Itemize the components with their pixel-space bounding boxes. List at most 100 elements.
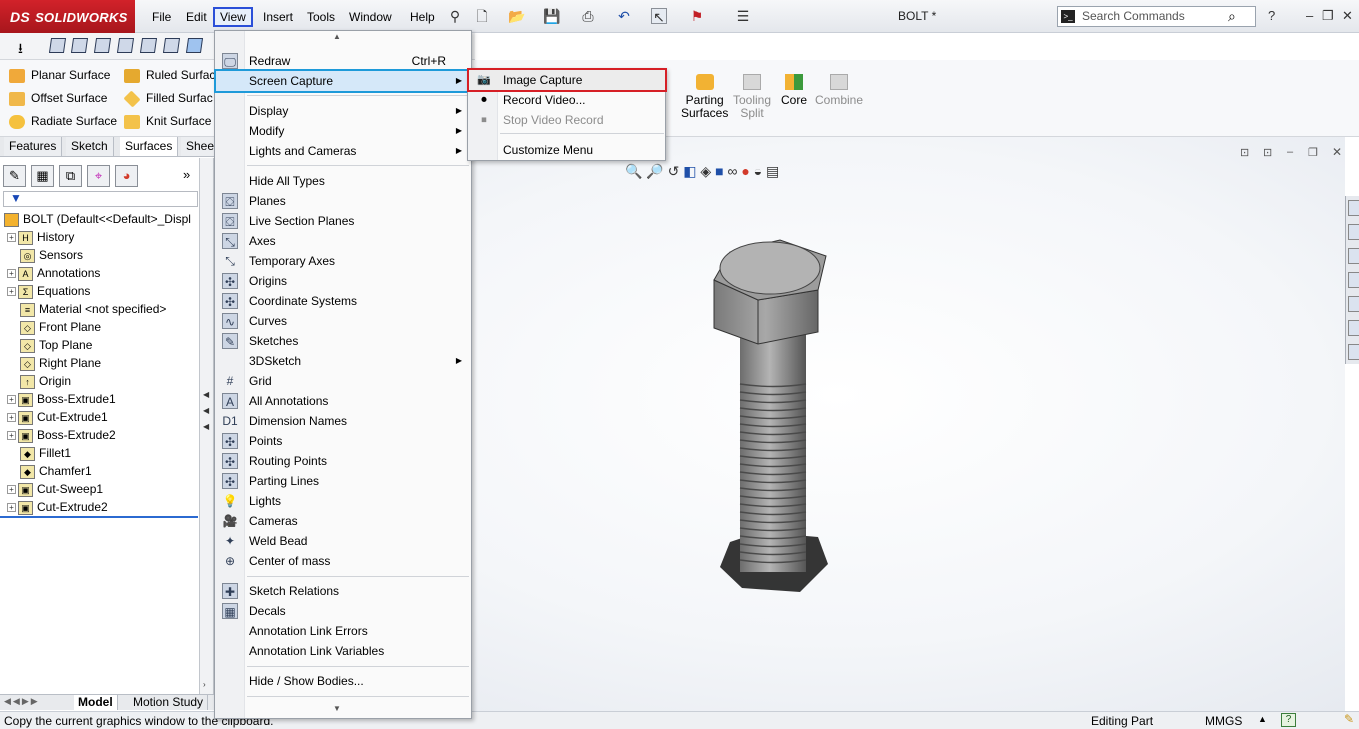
tree-item-sensors[interactable]: ◎ Sensors	[20, 246, 83, 264]
pencil-icon[interactable]: ✎	[1344, 712, 1354, 726]
custom-properties-icon[interactable]	[1348, 344, 1359, 360]
tree-root[interactable]: BOLT (Default<<Default>_Displ	[4, 210, 191, 228]
expand-icon[interactable]: +	[7, 233, 16, 243]
file-explorer-icon[interactable]	[1348, 272, 1359, 288]
view-settings-icon[interactable]: ▤	[766, 163, 779, 179]
tree-item-boss-extrude1[interactable]: + ▣ Boss-Extrude1	[7, 390, 116, 408]
tab-motion-study[interactable]: Motion Study	[129, 695, 209, 710]
rebuild-icon[interactable]: ⚑	[689, 8, 705, 24]
view-menu-item-cameras[interactable]: 🎥 Cameras	[216, 511, 470, 531]
bolt-model[interactable]	[700, 232, 860, 602]
tree-item-cut-extrude1[interactable]: + ▣ Cut-Extrude1	[7, 408, 108, 426]
shaded-view-icon[interactable]	[185, 38, 204, 53]
planar-surface-button[interactable]: Planar Surface	[9, 65, 110, 85]
view-menu-item-curves[interactable]: ∿ Curves	[216, 311, 470, 331]
tree-item-equations[interactable]: + Σ Equations	[7, 282, 90, 300]
home-icon[interactable]	[1348, 224, 1359, 240]
pin-icon[interactable]: ⚲	[447, 8, 463, 24]
expand-icon[interactable]: +	[7, 503, 16, 513]
tooling-split-button[interactable]: Tooling Split	[733, 74, 771, 120]
view-orientation-icon[interactable]: ◈	[700, 163, 711, 179]
search-input[interactable]	[1082, 9, 1222, 23]
view-menu-item-center-of-mass[interactable]: ⊕ Center of mass	[216, 551, 470, 571]
graphics-close-icon[interactable]: ✕	[1332, 145, 1342, 159]
open-folder-icon[interactable]: 📂	[508, 8, 525, 24]
expand-icon[interactable]: +	[7, 287, 16, 297]
section-view-icon[interactable]: ◧	[683, 163, 696, 179]
expand-panel-icon[interactable]: »	[183, 167, 190, 182]
zoom-to-fit-icon[interactable]: 🔍	[625, 163, 642, 179]
trimetric-view-icon[interactable]	[70, 38, 89, 53]
expand-icon[interactable]: +	[7, 413, 16, 423]
menu-file[interactable]: File	[146, 7, 177, 27]
hide-show-items-icon[interactable]: ∞	[727, 163, 737, 179]
view-menu-item-hide-all-types[interactable]: Hide All Types	[216, 171, 470, 191]
undo-icon[interactable]: ↶	[616, 8, 632, 24]
expand-icon[interactable]: +	[7, 395, 16, 405]
display-style-icon[interactable]: ■	[715, 163, 723, 179]
options-icon[interactable]: ☰	[735, 8, 751, 24]
collapse-left-icon[interactable]: ◀	[203, 422, 209, 431]
menu-window[interactable]: Window	[343, 7, 398, 27]
tile-horizontal-icon[interactable]: ⊡	[1240, 146, 1249, 159]
offset-surface-button[interactable]: Offset Surface	[9, 88, 107, 108]
view-menu-item-sketch-relations[interactable]: ✚ Sketch Relations	[216, 581, 470, 601]
tree-item-origin[interactable]: ↑ Origin	[20, 372, 71, 390]
view-palette-icon[interactable]	[1348, 296, 1359, 312]
previous-view-icon[interactable]: ↺	[668, 163, 680, 179]
menu-view[interactable]: View	[213, 7, 253, 27]
menu-scroll-down-icon[interactable]: ▼	[333, 704, 341, 713]
restore-icon[interactable]: ❐	[1322, 8, 1334, 24]
view-menu-item-decals[interactable]: ▦ Decals	[216, 601, 470, 621]
tree-item-chamfer1[interactable]: ◆ Chamfer1	[20, 462, 92, 480]
units-up-arrow-icon[interactable]: ▲	[1258, 714, 1267, 724]
filled-surface-button[interactable]: Filled Surfac	[123, 88, 213, 108]
back-view-icon[interactable]	[139, 38, 158, 53]
submenu-item-customize-menu[interactable]: Customize Menu	[469, 140, 665, 160]
ruled-surface-button[interactable]: Ruled Surfac	[124, 65, 215, 85]
view-menu-item-lights-and-cameras[interactable]: Lights and Cameras ▶	[216, 141, 470, 161]
tab-surfaces[interactable]: Surfaces	[120, 137, 179, 156]
view-menu-item-modify[interactable]: Modify ▶	[216, 121, 470, 141]
dimetric-view-icon[interactable]	[93, 38, 112, 53]
tab-scroll-arrows-icon[interactable]: ◀◀▶▶	[4, 696, 40, 707]
zoom-to-area-icon[interactable]: 🔎	[646, 163, 663, 179]
view-menu-item-dimension-names[interactable]: D1 Dimension Names	[216, 411, 470, 431]
view-menu-item-lights[interactable]: 💡 Lights	[216, 491, 470, 511]
view-menu-item-weld-bead[interactable]: ✦ Weld Bead	[216, 531, 470, 551]
apply-scene-icon[interactable]: ◒	[754, 163, 762, 179]
units-selector[interactable]: MMGS	[1205, 714, 1242, 728]
view-menu-item-redraw[interactable]: 🖵 Redraw Ctrl+R	[216, 51, 470, 71]
collapse-left-icon[interactable]: ◀	[203, 390, 209, 399]
expand-icon[interactable]: +	[7, 269, 16, 279]
top-view-icon[interactable]	[162, 38, 181, 53]
display-manager-icon[interactable]: ◕	[115, 165, 138, 187]
menu-tools[interactable]: Tools	[301, 7, 341, 27]
quick-tips-icon[interactable]: ?	[1281, 713, 1296, 727]
view-menu-item-axes[interactable]: ⤡ Axes	[216, 231, 470, 251]
view-menu-item-planes[interactable]: ⛋ Planes	[216, 191, 470, 211]
view-menu-item-origins[interactable]: ✣ Origins	[216, 271, 470, 291]
view-menu-item-routing-points[interactable]: ✣ Routing Points	[216, 451, 470, 471]
configuration-manager-icon[interactable]: ⧉	[59, 165, 82, 187]
menu-scroll-up-icon[interactable]: ▲	[333, 32, 341, 41]
tree-item-material[interactable]: ≡ Material <not specified>	[20, 300, 166, 318]
tree-item-fillet1[interactable]: ◆ Fillet1	[20, 444, 71, 462]
edit-appearance-icon[interactable]: ●	[741, 163, 749, 179]
view-menu-item-annotation-link-variables[interactable]: Annotation Link Variables	[216, 641, 470, 661]
tab-model[interactable]: Model	[74, 695, 118, 710]
graphics-restore-icon[interactable]: ❐	[1308, 146, 1318, 159]
view-menu-item-points[interactable]: ✣ Points	[216, 431, 470, 451]
tree-item-front-plane[interactable]: ◇ Front Plane	[20, 318, 101, 336]
view-menu-item-live-section-planes[interactable]: ⛋ Live Section Planes	[216, 211, 470, 231]
menu-edit[interactable]: Edit	[180, 7, 213, 27]
tree-item-cut-sweep1[interactable]: + ▣ Cut-Sweep1	[7, 480, 103, 498]
graphics-minimize-icon[interactable]: –	[1287, 146, 1293, 158]
view-menu-item-coordinate-systems[interactable]: ✣ Coordinate Systems	[216, 291, 470, 311]
view-menu-item-annotation-link-errors[interactable]: Annotation Link Errors	[216, 621, 470, 641]
view-menu-item-3dsketch[interactable]: 3DSketch ▶	[216, 351, 470, 371]
tab-sketch[interactable]: Sketch	[66, 137, 114, 156]
resources-icon[interactable]	[1348, 200, 1359, 216]
tree-item-right-plane[interactable]: ◇ Right Plane	[20, 354, 101, 372]
tree-item-annotations[interactable]: + A Annotations	[7, 264, 100, 282]
